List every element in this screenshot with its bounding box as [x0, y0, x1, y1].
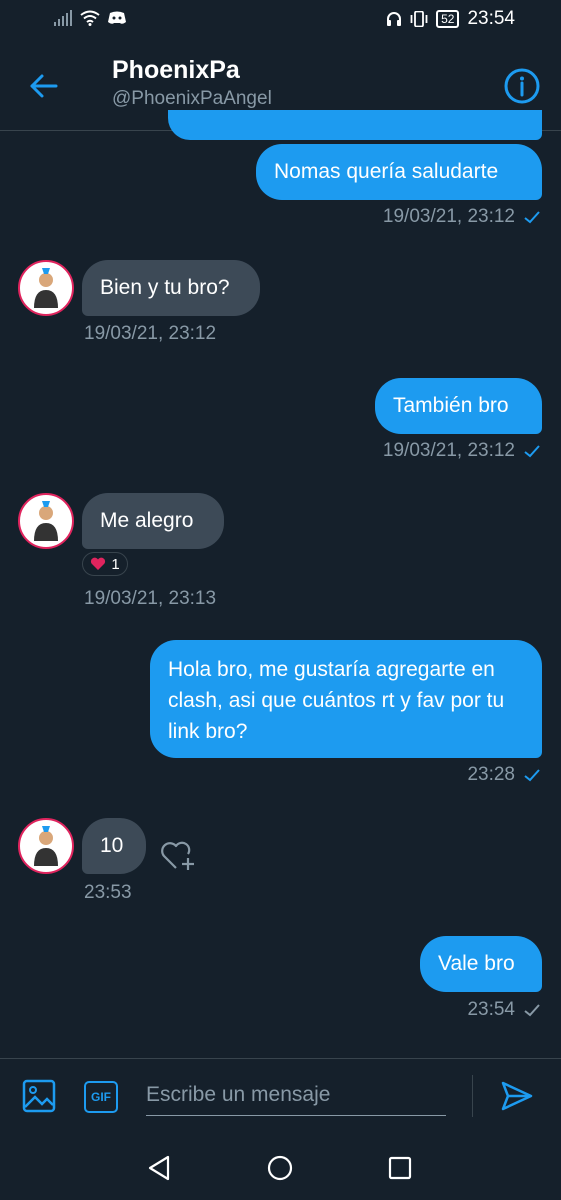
heart-icon [91, 557, 106, 570]
message-bubble-incoming[interactable]: Me alegro [82, 493, 224, 549]
message-meta: 23:54 [467, 999, 541, 1021]
sent-check-icon [524, 769, 540, 782]
status-icons-left [54, 10, 126, 26]
signal-icon [54, 10, 72, 26]
reaction-badge[interactable]: 1 [82, 552, 128, 576]
message-timestamp: 23:53 [84, 882, 132, 903]
avatar[interactable] [18, 818, 74, 874]
status-time: 23:54 [467, 8, 515, 29]
message-bubble-incoming[interactable]: 10 [82, 818, 146, 874]
discord-icon [108, 11, 126, 24]
nav-back-icon[interactable] [146, 1154, 174, 1182]
message-bubble-incoming[interactable]: Bien y tu bro? [82, 260, 260, 316]
message-meta: 19/03/21, 23:12 [383, 206, 541, 228]
message-bubble-outgoing[interactable]: Vale bro [420, 936, 542, 992]
sent-check-icon [524, 445, 540, 458]
conversation-title[interactable]: PhoenixPa [112, 56, 240, 85]
battery-indicator: 52 [436, 10, 460, 28]
vibrate-icon [410, 11, 428, 27]
status-icons-right: 52 23:54 [386, 8, 515, 30]
image-icon[interactable] [22, 1079, 56, 1113]
send-icon[interactable] [500, 1079, 534, 1113]
message-bubble-partial[interactable] [168, 110, 542, 140]
message-bubble-outgoing[interactable]: También bro [375, 378, 542, 434]
message-timestamp: 19/03/21, 23:12 [382, 206, 515, 227]
message-bubble-outgoing[interactable]: Hola bro, me gustaría agregarte en clash… [150, 640, 542, 758]
message-timestamp: 23:28 [467, 764, 515, 785]
info-icon[interactable] [503, 67, 541, 105]
message-composer: GIF [0, 1058, 561, 1133]
message-timestamp: 19/03/21, 23:12 [382, 440, 515, 461]
conversation-handle[interactable]: @PhoenixPaAngel [112, 88, 272, 110]
headphones-icon [387, 12, 402, 26]
reaction-count: 1 [111, 555, 120, 573]
delivered-check-icon [524, 1004, 540, 1017]
nav-home-icon[interactable] [266, 1154, 294, 1182]
gif-icon[interactable]: GIF [84, 1081, 118, 1113]
sent-check-icon [524, 211, 540, 224]
avatar[interactable] [18, 260, 74, 316]
message-bubble-outgoing[interactable]: Nomas quería saludarte [256, 144, 542, 200]
message-timestamp: 19/03/21, 23:12 [84, 323, 217, 344]
message-meta: 23:28 [467, 764, 541, 786]
composer-divider [472, 1075, 473, 1117]
wifi-icon [80, 10, 100, 26]
system-nav-bar [0, 1134, 561, 1200]
message-timestamp: 23:54 [467, 999, 515, 1020]
back-arrow-icon[interactable] [26, 68, 62, 104]
avatar[interactable] [18, 493, 74, 549]
message-meta: 19/03/21, 23:12 [383, 440, 541, 462]
message-timestamp: 19/03/21, 23:13 [84, 588, 217, 609]
heart-plus-icon[interactable] [160, 838, 198, 872]
nav-recents-icon[interactable] [386, 1154, 414, 1182]
message-input[interactable] [146, 1075, 446, 1116]
status-bar: 52 23:54 [0, 0, 561, 42]
